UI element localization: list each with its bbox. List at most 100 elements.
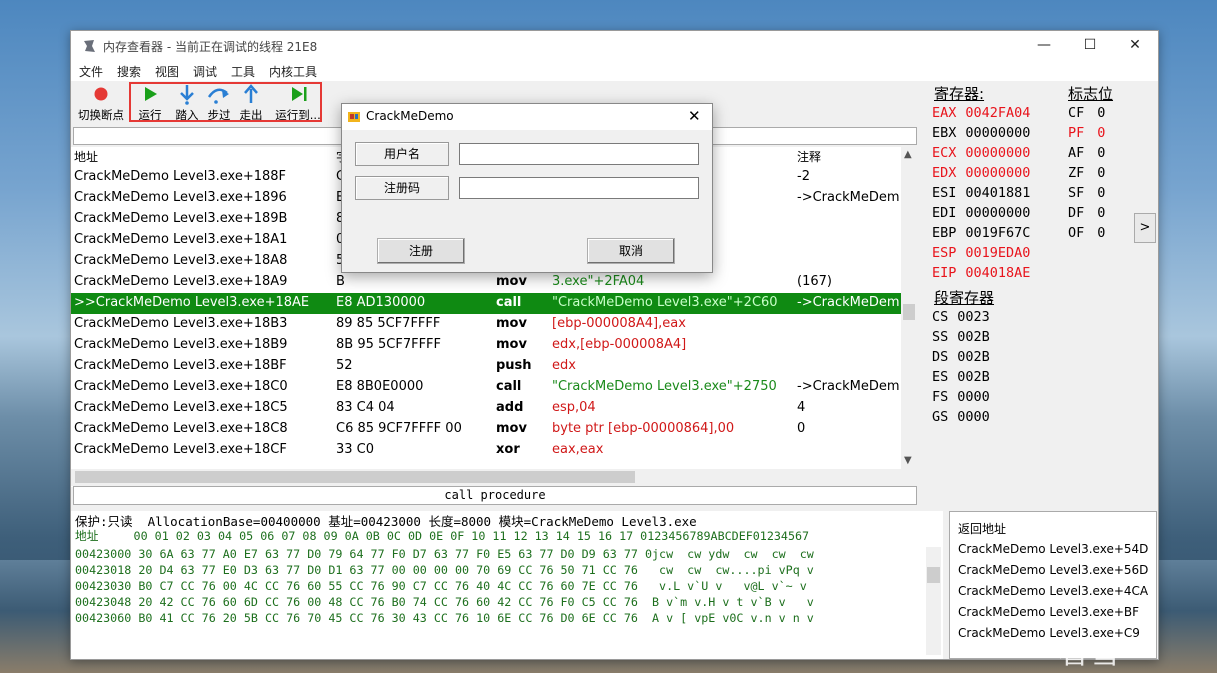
hex-vscroll[interactable] xyxy=(926,547,941,655)
hex-row[interactable]: 00423018 20 D4 63 77 E0 D3 63 77 D0 D1 6… xyxy=(75,563,814,577)
register-name: ECX xyxy=(932,145,957,161)
disasm-operands: byte ptr [ebp-00000864],00 xyxy=(552,421,735,436)
flag-sf[interactable]: SF 0 xyxy=(1068,185,1105,201)
toggle-breakpoint-button[interactable]: 切换断点 xyxy=(73,81,129,125)
register-name: EIP xyxy=(932,265,957,281)
flag-pf[interactable]: PF 0 xyxy=(1068,125,1105,141)
disasm-row[interactable]: CrackMeDemo Level3.exe+18C0 E8 8B0E0000 ca… xyxy=(71,377,901,398)
disasm-address: CrackMeDemo Level3.exe+18C5 xyxy=(74,400,288,415)
disasm-comment: ->CrackMeDemo xyxy=(797,379,900,394)
register-eip[interactable]: EIP 004018AE xyxy=(932,265,1030,281)
flag-cf[interactable]: CF 0 xyxy=(1068,105,1105,121)
return-address-item[interactable]: CrackMeDemo Level3.exe+4CA xyxy=(958,584,1148,598)
segment-gs[interactable]: GS 0000 xyxy=(932,409,990,425)
flag-af[interactable]: AF 0 xyxy=(1068,145,1105,161)
return-address-panel[interactable]: 返回地址 CrackMeDemo Level3.exe+54D CrackMeDe… xyxy=(949,511,1157,659)
menu-file[interactable]: 文件 xyxy=(79,63,103,80)
register-name: EBP xyxy=(932,225,957,241)
col-address[interactable]: 地址 xyxy=(74,148,98,165)
disasm-comment: ->CrackMeDemo xyxy=(797,190,900,205)
disasm-row[interactable]: CrackMeDemo Level3.exe+18B9 8B 95 5CF7FFF… xyxy=(71,335,901,356)
watermark: 看雪 xyxy=(1058,636,1122,671)
menu-tools[interactable]: 工具 xyxy=(231,63,255,80)
disassembler-hscroll[interactable] xyxy=(71,469,901,486)
register-ecx[interactable]: ECX 00000000 xyxy=(932,145,1030,161)
segment-ds[interactable]: DS 002B xyxy=(932,349,990,365)
dialog-close-button[interactable]: ✕ xyxy=(688,107,701,125)
menu-view[interactable]: 视图 xyxy=(155,63,179,80)
current-instruction-row[interactable]: >>CrackMeDemo Level3.exe+18AE E8 AD130000… xyxy=(71,293,901,314)
segment-name: GS xyxy=(932,409,949,425)
disasm-address: CrackMeDemo Level3.exe+18A1 xyxy=(74,232,288,247)
username-input[interactable] xyxy=(459,143,699,165)
close-button[interactable]: ✕ xyxy=(1112,31,1158,61)
menu-kernel-tools[interactable]: 内核工具 xyxy=(269,63,317,80)
flag-zf[interactable]: ZF 0 xyxy=(1068,165,1105,181)
hscroll-thumb[interactable] xyxy=(75,471,635,483)
register-button[interactable]: 注册 xyxy=(377,238,465,264)
maximize-button[interactable]: ☐ xyxy=(1067,31,1113,61)
disasm-comment: 0 xyxy=(797,421,806,436)
disasm-bytes: 89 85 5CF7FFFF xyxy=(336,316,441,331)
disasm-row[interactable]: CrackMeDemo Level3.exe+18B3 89 85 5CF7FFF… xyxy=(71,314,901,335)
disasm-row[interactable]: CrackMeDemo Level3.exe+18C8 C6 85 9CF7FFF… xyxy=(71,419,901,440)
segment-ss[interactable]: SS 002B xyxy=(932,329,990,345)
scroll-down-icon[interactable]: ▼ xyxy=(904,455,912,466)
return-address-item[interactable]: CrackMeDemo Level3.exe+56D xyxy=(958,563,1148,577)
register-name: ESI xyxy=(932,185,957,201)
disasm-row[interactable]: CrackMeDemo Level3.exe+18C5 83 C4 04 add es… xyxy=(71,398,901,419)
disasm-address: CrackMeDemo Level3.exe+18A8 xyxy=(74,253,288,268)
segment-fs[interactable]: FS 0000 xyxy=(932,389,990,405)
segment-value: 002B xyxy=(957,369,990,385)
register-name: EDX xyxy=(932,165,957,181)
hex-row[interactable]: 00423048 20 42 CC 76 60 6D CC 76 00 48 C… xyxy=(75,595,814,609)
segment-es[interactable]: ES 002B xyxy=(932,369,990,385)
flag-of[interactable]: OF 0 xyxy=(1068,225,1105,241)
register-ebp[interactable]: EBP 0019F67C xyxy=(932,225,1030,241)
scroll-thumb[interactable] xyxy=(903,304,915,320)
menu-bar: 文件 搜索 视图 调试 工具 内核工具 xyxy=(71,61,1158,81)
register-esi[interactable]: ESI 00401881 xyxy=(932,185,1030,201)
register-eax[interactable]: EAX 0042FA04 xyxy=(932,105,1030,121)
hex-row[interactable]: 00423060 B0 41 CC 76 20 5B CC 76 70 45 C… xyxy=(75,611,814,625)
flag-value: 0 xyxy=(1097,185,1106,201)
hex-row[interactable]: 00423000 30 6A 63 77 A0 E7 63 77 D0 79 6… xyxy=(75,547,814,561)
disasm-opcode: xor xyxy=(496,442,520,457)
disasm-row[interactable]: CrackMeDemo Level3.exe+18CF 33 C0 xor eax,e… xyxy=(71,440,901,461)
minimize-button[interactable]: — xyxy=(1021,31,1067,61)
serial-input[interactable] xyxy=(459,177,699,199)
cheat-engine-app-icon xyxy=(84,40,95,52)
disasm-address: CrackMeDemo Level3.exe+18B3 xyxy=(74,316,288,331)
segment-value: 0023 xyxy=(957,309,990,325)
register-edi[interactable]: EDI 00000000 xyxy=(932,205,1030,221)
flag-value: 0 xyxy=(1097,145,1106,161)
disasm-bytes: E8 8B0E0000 xyxy=(336,379,424,394)
register-ebx[interactable]: EBX 00000000 xyxy=(932,125,1030,141)
return-address-item[interactable]: CrackMeDemo Level3.exe+BF xyxy=(958,605,1139,619)
register-name: EDI xyxy=(932,205,957,221)
hex-view[interactable]: 保护:只读 AllocationBase=00400000 基址=0042300… xyxy=(71,511,943,659)
hex-scroll-thumb[interactable] xyxy=(927,567,940,583)
window-title: 内存查看器 - 当前正在调试的线程 21E8 xyxy=(103,40,318,54)
register-edx[interactable]: EDX 00000000 xyxy=(932,165,1030,181)
disasm-operands: [ebp-000008A4],eax xyxy=(552,316,686,331)
expand-registers-button[interactable]: > xyxy=(1134,213,1156,243)
app-icon xyxy=(348,112,360,122)
segment-value: 0000 xyxy=(957,389,990,405)
register-name: EAX xyxy=(932,105,957,121)
flag-df[interactable]: DF 0 xyxy=(1068,205,1105,221)
disasm-opcode: push xyxy=(496,358,532,373)
menu-search[interactable]: 搜索 xyxy=(117,63,141,80)
cancel-button[interactable]: 取消 xyxy=(587,238,675,264)
register-esp[interactable]: ESP 0019EDA0 xyxy=(932,245,1030,261)
segment-cs[interactable]: CS 0023 xyxy=(932,309,990,325)
return-address-item[interactable]: CrackMeDemo Level3.exe+54D xyxy=(958,542,1148,556)
scroll-up-icon[interactable]: ▲ xyxy=(904,149,912,160)
menu-debug[interactable]: 调试 xyxy=(193,63,217,80)
disasm-row[interactable]: CrackMeDemo Level3.exe+18BF 52 push edx xyxy=(71,356,901,377)
hex-row[interactable]: 00423030 B0 C7 CC 76 00 4C CC 76 60 55 C… xyxy=(75,579,807,593)
disasm-row[interactable]: CrackMeDemo Level3.exe+18A9 Bmov 3.exe"+2F… xyxy=(71,272,901,293)
disasm-opcode: call xyxy=(496,379,522,394)
col-comment[interactable]: 注释 xyxy=(797,148,821,165)
disassembler-vscroll[interactable]: ▲ ▼ xyxy=(901,147,917,487)
